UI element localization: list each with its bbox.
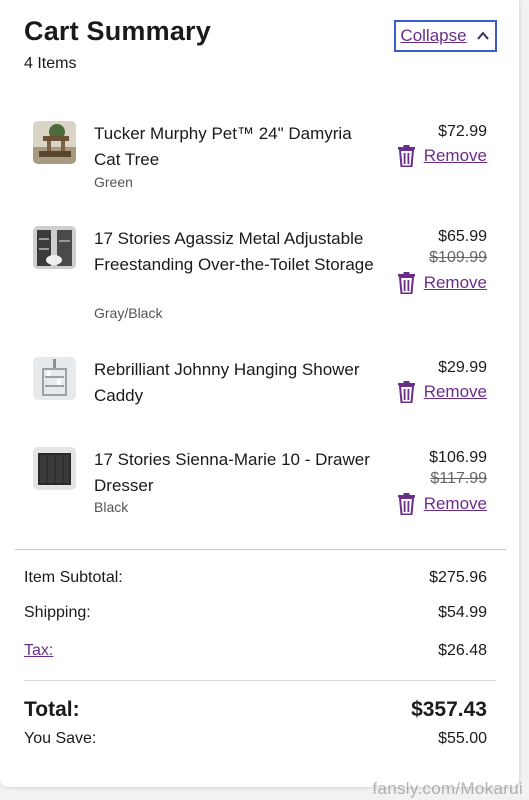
item-price: $65.99 <box>438 228 487 245</box>
shipping-label: Shipping: <box>24 604 91 621</box>
tax-link[interactable]: Tax: <box>24 642 53 660</box>
item-price: $72.99 <box>438 123 487 140</box>
item-count: 4 Items <box>24 55 77 72</box>
remove-button[interactable]: Remove <box>397 493 487 515</box>
remove-label: Remove <box>423 146 487 165</box>
item-name[interactable]: Tucker Murphy Pet™ 24" Damyria Cat Tree <box>94 121 379 173</box>
you-save-label: You Save: <box>24 730 97 747</box>
item-name[interactable]: 17 Stories Sienna-Marie 10 - Drawer Dres… <box>94 447 379 499</box>
subtotal-value: $275.96 <box>429 569 487 586</box>
trash-icon <box>397 493 415 515</box>
chevron-up-icon <box>476 31 489 40</box>
total-divider <box>24 680 496 681</box>
subtotal-label: Item Subtotal: <box>24 569 123 586</box>
toilet-storage-thumbnail[interactable] <box>33 226 76 269</box>
item-name[interactable]: 17 Stories Agassiz Metal Adjustable Free… <box>94 226 379 278</box>
remove-label: Remove <box>423 382 487 401</box>
collapse-button[interactable]: Collapse <box>394 20 497 52</box>
item-variant: Gray/Black <box>94 305 163 321</box>
trash-icon <box>397 272 415 294</box>
remove-button[interactable]: Remove <box>397 272 487 294</box>
cart-summary-title: Cart Summary <box>24 16 211 46</box>
item-name[interactable]: Rebrilliant Johnny Hanging Shower Caddy <box>94 357 379 409</box>
total-label: Total: <box>24 698 80 721</box>
total-value: $357.43 <box>411 698 487 721</box>
remove-button[interactable]: Remove <box>397 145 487 167</box>
item-price: $106.99 <box>429 449 487 466</box>
item-original-price: $109.99 <box>429 249 487 266</box>
remove-label: Remove <box>423 494 487 513</box>
collapse-label: Collapse <box>400 26 467 45</box>
dresser-thumbnail[interactable] <box>33 447 76 490</box>
remove-button[interactable]: Remove <box>397 381 487 403</box>
item-price: $29.99 <box>438 359 487 376</box>
tax-value: $26.48 <box>438 642 487 659</box>
shower-caddy-thumbnail[interactable] <box>33 357 76 400</box>
item-variant: Green <box>94 174 133 190</box>
trash-icon <box>397 381 415 403</box>
shipping-value: $54.99 <box>438 604 487 621</box>
trash-icon <box>397 145 415 167</box>
item-original-price: $117.99 <box>430 470 487 487</box>
cat-tree-thumbnail[interactable] <box>33 121 76 164</box>
watermark: fansly.com/Mokarui <box>372 779 523 798</box>
cart-summary-panel: Cart Summary 4 Items Collapse Tucker Mur… <box>0 0 519 787</box>
summary-divider <box>15 549 506 550</box>
remove-label: Remove <box>423 273 487 292</box>
you-save-value: $55.00 <box>438 730 487 747</box>
item-variant: Black <box>94 499 129 515</box>
